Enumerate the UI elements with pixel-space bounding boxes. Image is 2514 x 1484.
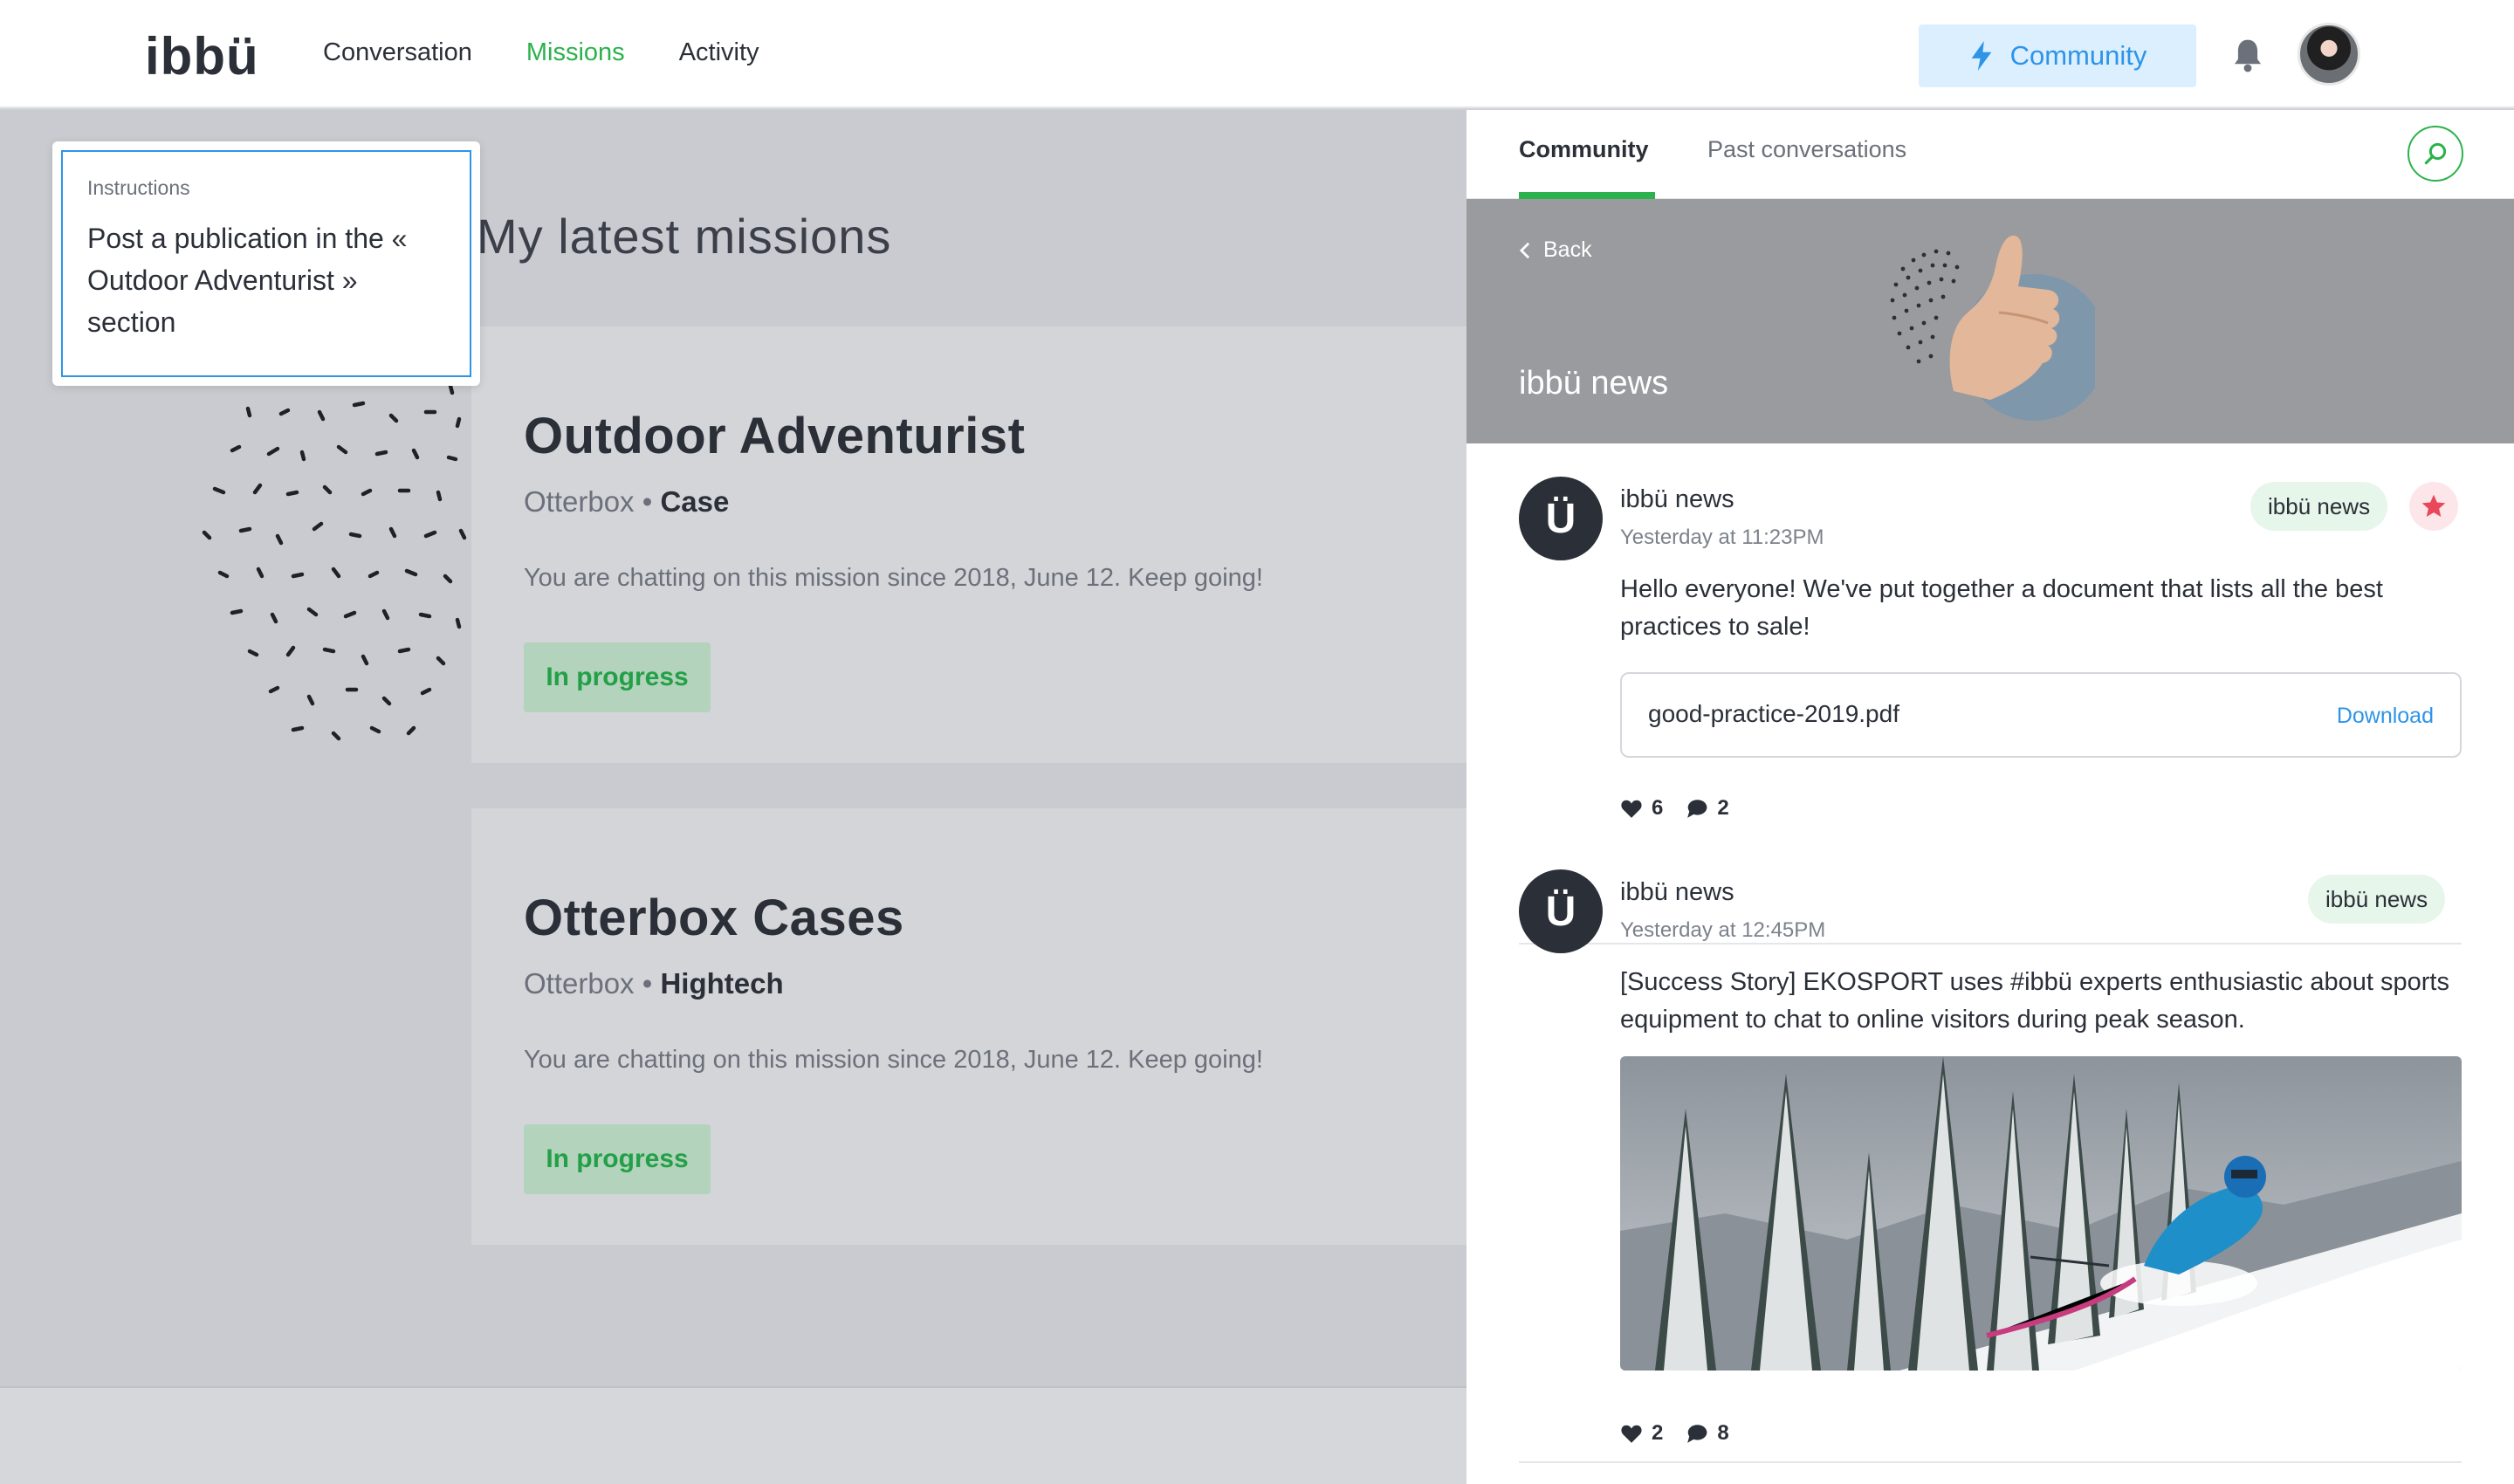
mission-title: Outdoor Adventurist [524, 408, 1026, 464]
favorite-button[interactable] [2409, 482, 2458, 531]
mission-subtitle: Otterbox • Hightech [524, 967, 784, 1000]
like-button[interactable]: 2 [1620, 1421, 1663, 1446]
back-button[interactable]: Back [1519, 237, 1592, 263]
tab-community[interactable]: Community [1519, 136, 1649, 163]
instructions-popup: Instructions Post a publication in the «… [52, 141, 480, 386]
decorative-dot-pattern [202, 369, 467, 741]
post-timestamp: Yesterday at 11:23PM [1620, 526, 1824, 549]
nav-missions[interactable]: Missions [526, 38, 625, 67]
post-divider [1519, 1461, 2462, 1463]
ibbu-logo[interactable]: ibbü [145, 26, 259, 86]
comment-button[interactable]: 2 [1686, 796, 1729, 821]
mission-description: You are chatting on this mission since 2… [524, 564, 1263, 592]
download-link[interactable]: Download [2337, 704, 2434, 729]
mission-card-outdoor-adventurist[interactable]: Outdoor Adventurist Otterbox • Case You … [471, 326, 1466, 763]
post-image-skier[interactable] [1620, 1056, 2462, 1371]
bolt-icon [1971, 41, 1991, 71]
search-icon [2424, 142, 2447, 165]
top-navbar: ibbü Conversation Missions Activity Comm… [0, 0, 2514, 108]
heart-icon [1621, 1425, 1642, 1443]
bullet-separator: • [634, 967, 661, 1000]
community-button[interactable]: Community [1919, 24, 2196, 87]
bell-icon[interactable] [2231, 37, 2264, 73]
mission-subtitle: Otterbox • Case [524, 485, 729, 519]
nav-conversation[interactable]: Conversation [323, 38, 472, 67]
mission-title: Otterbox Cases [524, 890, 904, 946]
active-tab-indicator [1519, 192, 1655, 199]
post-text: [Success Story] EKOSPORT uses #ibbü expe… [1620, 968, 2449, 1034]
channel-title: ibbü news [1519, 365, 1669, 402]
panel-tabs: Community Past conversations [1466, 110, 2514, 199]
page-title: My latest missions [477, 209, 892, 264]
main-nav: Conversation Missions Activity [323, 38, 759, 67]
status-badge: In progress [524, 1124, 711, 1194]
instructions-label: Instructions [87, 176, 190, 199]
community-button-label: Community [2009, 40, 2147, 71]
thumbs-up-illustration [1890, 235, 2095, 421]
mission-brand: Otterbox [524, 485, 635, 518]
like-button[interactable]: 6 [1620, 796, 1663, 821]
file-attachment: good-practice-2019.pdf Download [1620, 672, 2462, 758]
like-count: 6 [1652, 796, 1664, 820]
post-avatar[interactable]: Ü [1519, 869, 1603, 953]
post-timestamp: Yesterday at 12:45PM [1620, 918, 1826, 942]
mission-brand: Otterbox [524, 967, 635, 1000]
status-badge: In progress [524, 642, 711, 712]
instructions-box: Instructions Post a publication in the «… [61, 150, 471, 377]
footer-strip [0, 1386, 1466, 1484]
comment-count: 8 [1717, 1421, 1729, 1445]
channel-tag[interactable]: ibbü news [2250, 482, 2388, 531]
bullet-separator: • [634, 485, 661, 518]
post-text: Hello everyone! We've put together a doc… [1620, 575, 2383, 641]
star-icon [2421, 494, 2446, 517]
post-avatar[interactable]: Ü [1519, 477, 1603, 560]
mission-category: Case [660, 485, 730, 518]
back-label: Back [1543, 237, 1592, 262]
tab-past-conversations[interactable]: Past conversations [1707, 136, 1906, 163]
comment-button[interactable]: 8 [1686, 1421, 1729, 1446]
channel-tag[interactable]: ibbü news [2308, 875, 2446, 924]
comment-icon [1687, 1425, 1707, 1443]
post-author[interactable]: ibbü news [1620, 878, 1734, 907]
channel-banner: Back ibbü news [1466, 199, 2514, 443]
post-reactions: 6 2 [1620, 796, 1729, 821]
community-panel: Community Past conversations Back ibbü n… [1466, 110, 2514, 1484]
search-button[interactable] [2408, 126, 2463, 182]
heart-icon [1621, 800, 1642, 818]
mission-description: You are chatting on this mission since 2… [524, 1046, 1263, 1074]
nav-activity[interactable]: Activity [679, 38, 759, 67]
attachment-filename: good-practice-2019.pdf [1648, 700, 1899, 727]
post-author[interactable]: ibbü news [1620, 485, 1734, 514]
mission-card-otterbox-cases[interactable]: Otterbox Cases Otterbox • Hightech You a… [471, 808, 1466, 1245]
chevron-left-icon [1519, 242, 1530, 258]
mission-category: Hightech [660, 967, 784, 1000]
comment-icon [1687, 800, 1707, 818]
user-avatar[interactable] [2298, 23, 2360, 86]
feed-post: Ü ibbü news Yesterday at 11:23PM ibbü ne… [1519, 477, 2462, 945]
post-reactions: 2 8 [1620, 1421, 1729, 1446]
instructions-text: Post a publication in the « Outdoor Adve… [87, 223, 408, 338]
like-count: 2 [1652, 1421, 1664, 1445]
comment-count: 2 [1717, 796, 1729, 820]
